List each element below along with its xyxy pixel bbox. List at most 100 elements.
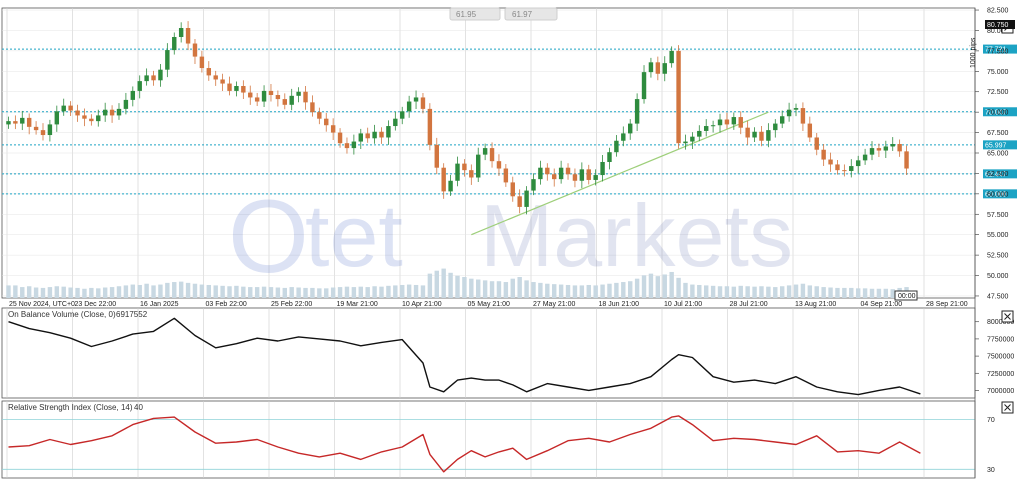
- obv-series: [8, 317, 921, 396]
- volume-bar: [282, 287, 288, 298]
- candle: [586, 164, 591, 185]
- candle: [821, 144, 826, 166]
- price-tick-label: 47.500: [987, 293, 1009, 300]
- candle: [413, 90, 419, 109]
- rsi-title: Relative Strength Index (Close, 14): [8, 403, 133, 412]
- volume-bar: [213, 285, 218, 298]
- close-pane-icon[interactable]: [1001, 401, 1014, 414]
- volume-bar: [20, 287, 25, 298]
- volume-bar: [47, 287, 53, 298]
- candle: [47, 119, 53, 142]
- candle: [172, 32, 177, 55]
- watermark: O tet Markets: [228, 179, 793, 295]
- volume-bar: [172, 282, 177, 298]
- candle: [365, 127, 370, 143]
- volume-bar: [614, 282, 619, 298]
- volume-bar: [586, 284, 591, 298]
- volume-bar: [579, 285, 585, 298]
- volume-bar: [869, 288, 875, 298]
- volume-bar: [227, 286, 232, 298]
- volume-bar: [324, 288, 329, 298]
- candle: [703, 119, 709, 137]
- volume-bar: [786, 285, 792, 298]
- price-tick-label: 65.000: [987, 151, 1009, 158]
- candle: [482, 143, 488, 161]
- volume-bar: [849, 287, 854, 298]
- obv-tick-label: 7750000: [987, 336, 1014, 343]
- candle: [600, 155, 605, 182]
- volume-bar: [130, 284, 136, 298]
- volume-bar: [310, 287, 315, 298]
- price-tick-label: 62.500: [987, 171, 1009, 178]
- candle: [268, 83, 274, 102]
- candle: [282, 93, 288, 110]
- candle: [572, 168, 578, 188]
- volume-bar: [600, 284, 605, 298]
- candle: [800, 102, 806, 132]
- volume-bar: [330, 287, 336, 298]
- volume-bar: [26, 286, 32, 298]
- volume-bar: [206, 284, 212, 298]
- time-tick-label: 19 Mar 21:00: [337, 301, 378, 308]
- volume-bar: [565, 284, 571, 298]
- candle: [192, 39, 198, 65]
- volume-bar: [862, 288, 868, 298]
- volume-bar: [268, 287, 274, 298]
- volume-bar: [828, 287, 833, 298]
- volume-bar: [358, 286, 363, 298]
- candle: [296, 87, 301, 103]
- volume-bar: [890, 289, 895, 298]
- candle: [448, 175, 453, 196]
- buy-price: 61.97: [512, 10, 533, 19]
- candle: [420, 92, 426, 114]
- candle: [579, 162, 585, 189]
- candle: [400, 106, 405, 125]
- candle: [738, 111, 743, 135]
- candle: [835, 159, 840, 175]
- volume-bar: [192, 283, 198, 298]
- candle: [648, 57, 654, 78]
- volume-bar: [717, 286, 723, 298]
- volume-bar: [54, 286, 60, 298]
- price-tick-label: 77.500: [987, 48, 1009, 55]
- candle: [317, 107, 322, 125]
- volume-bar: [634, 278, 640, 298]
- volume-bar: [469, 278, 474, 298]
- candle: [261, 85, 267, 108]
- volume-bar: [137, 284, 142, 298]
- time-tick-label: 25 Nov 2024, UTC+0: [9, 301, 75, 308]
- volume-bar: [538, 282, 543, 298]
- obv-tick-label: 7250000: [987, 371, 1014, 378]
- candle: [773, 119, 778, 138]
- volume-bar: [102, 287, 108, 298]
- candle: [807, 116, 813, 142]
- candle: [54, 105, 60, 132]
- candle: [538, 160, 543, 185]
- rsi-tick-label: 70: [987, 417, 995, 424]
- rsi-line: [8, 415, 921, 473]
- volume-bar: [254, 287, 260, 298]
- time-tick-label: 16 Jan 2025: [140, 301, 179, 308]
- candle: [386, 120, 391, 145]
- volume-bar: [779, 286, 785, 298]
- volume-bar: [261, 286, 267, 298]
- price-axis-unit: 1000 pips: [970, 37, 977, 68]
- volume-bar: [531, 282, 536, 298]
- collapse-icon[interactable]: [1001, 310, 1014, 323]
- obv-value: 6917552: [116, 310, 148, 319]
- candle: [690, 132, 695, 149]
- volume-bar: [89, 287, 94, 298]
- volume-bar: [648, 273, 654, 298]
- price-tick-label: 82.500: [987, 8, 1009, 15]
- candle: [61, 98, 66, 116]
- candle: [75, 104, 80, 122]
- candle: [545, 163, 550, 181]
- candle: [503, 164, 509, 187]
- candle: [662, 56, 667, 82]
- volume-bar: [406, 284, 412, 298]
- volume-bar: [441, 268, 446, 298]
- volume-bar: [510, 278, 515, 298]
- volume-bar: [683, 282, 688, 298]
- candle: [565, 163, 571, 180]
- volume-bar: [337, 287, 343, 298]
